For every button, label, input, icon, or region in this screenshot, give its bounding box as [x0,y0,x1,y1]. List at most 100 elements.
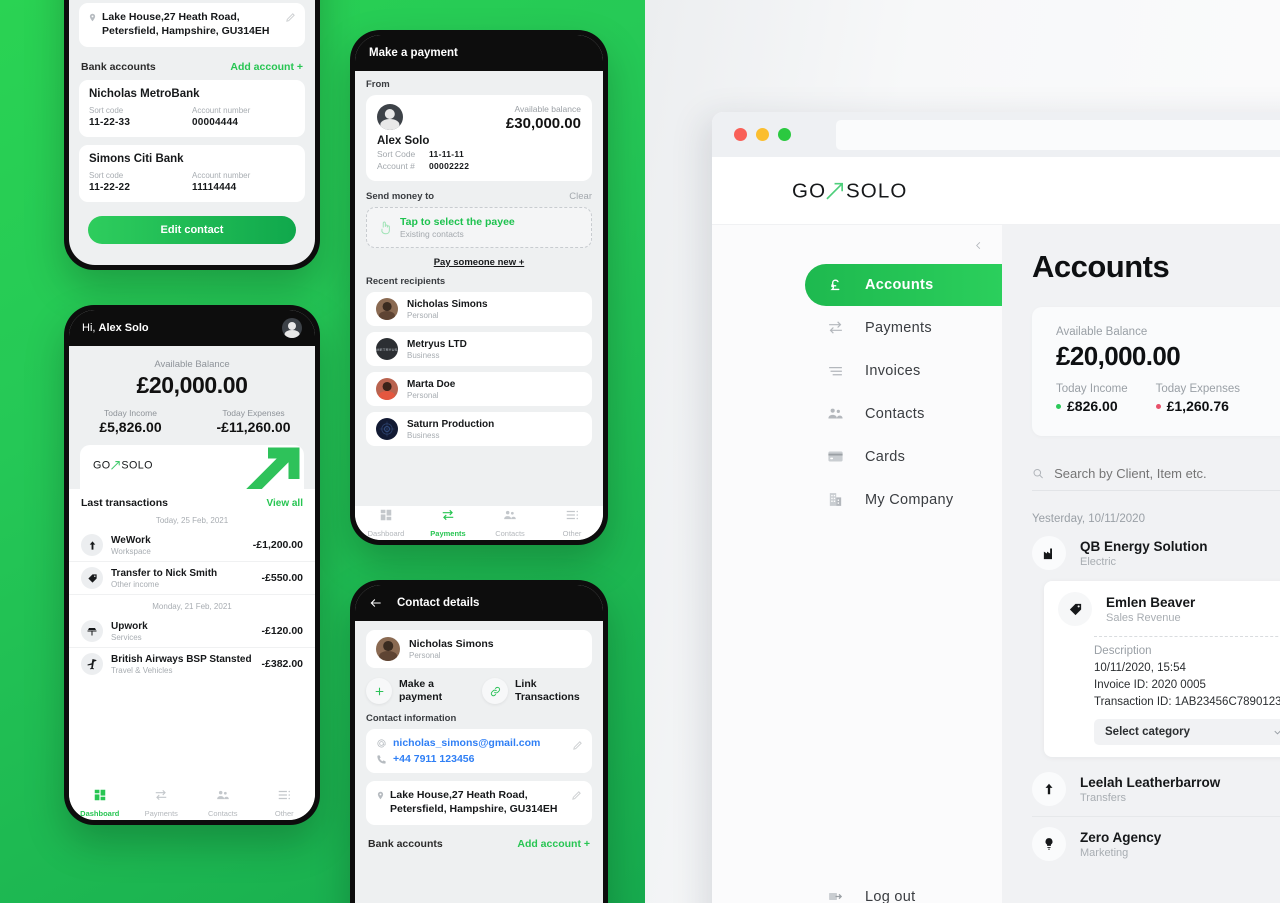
sidebar-item-contacts[interactable]: Contacts [805,392,1002,435]
contact-address-card[interactable]: Lake House,27 Heath Road, Petersfield, H… [366,781,592,825]
sort-code-label: Sort code [89,170,124,180]
view-all-link[interactable]: View all [266,498,303,509]
location-pin-icon [89,13,96,22]
tab-label: Contacts [207,809,238,818]
sidebar-item-invoices[interactable]: Invoices [805,349,1002,392]
sort-code-value: 11-22-22 [89,181,131,193]
payee-title: Tap to select the payee [400,216,515,228]
tab-other[interactable]: Other [254,788,316,818]
edit-pencil-icon[interactable] [571,790,582,801]
balance-amount: £20,000.00 [136,372,248,398]
search-field[interactable] [1032,466,1280,491]
chevron-left-icon[interactable] [973,240,984,251]
transaction-row[interactable]: British Airways BSP Stansted Travel & Ve… [69,647,315,680]
transaction-row[interactable]: Upwork Services -£120.00 [69,615,315,647]
expenses-amount: -£11,260.00 [216,419,291,435]
zoom-icon[interactable] [778,128,791,141]
search-input[interactable] [1054,466,1280,481]
bank-account-card[interactable]: Simons Citi Bank Sort code 11-22-22 Acco… [79,144,305,202]
tab-payments[interactable]: Payments [131,788,193,818]
link-transactions-action[interactable]: Link Transactions [482,678,592,705]
balance-amount: £20,000.00 [1056,341,1181,371]
svg-text:GO: GO [93,459,111,471]
minimize-icon[interactable] [756,128,769,141]
avatar: METRYUS [376,338,398,360]
from-label: From [366,79,390,90]
transaction-name: British Airways BSP Stansted [111,653,252,665]
send-money-to-label: Send money to [366,191,435,202]
tab-contacts[interactable]: Contacts [479,508,541,538]
bank-name: Nicholas MetroBank [89,87,200,100]
bank-accounts-label: Bank accounts [81,60,156,73]
transaction-category: Marketing [1080,846,1129,859]
tab-contacts[interactable]: Contacts [192,788,254,818]
transaction-row[interactable]: WeWork Workspace -£1,200.00 [69,529,315,561]
edit-pencil-icon[interactable] [572,740,583,751]
tab-label: Contacts [495,529,525,538]
contact-email[interactable]: nicholas_simons@gmail.com [393,737,540,749]
arrow-left-icon[interactable] [369,596,383,610]
phone-make-a-payment: Make a payment From Available balance £3… [350,30,608,545]
from-account-card[interactable]: Available balance £30,000.00 Alex Solo S… [366,95,592,181]
contact-address-card[interactable]: Lake House,27 Heath Road, Petersfield, H… [79,3,305,47]
recipient-item[interactable]: Nicholas Simons Personal [366,292,592,326]
table-row[interactable]: QB Energy Solution Electric [1032,525,1280,581]
transaction-category: Workspace [111,546,151,556]
tag-icon [81,567,103,589]
contact-person-card[interactable]: Nicholas Simons Personal [366,630,592,668]
category-select[interactable]: Select category [1094,719,1280,745]
income-label: Today Income [1056,383,1128,395]
greeting-prefix: Hi, [82,322,99,334]
bottom-tab-bar: Dashboard Payments Contacts Other [355,506,603,540]
avatar[interactable] [282,318,302,338]
income-amount: £826.00 [1067,398,1118,414]
transactions-title: Last transactions [81,497,168,509]
transaction-row[interactable]: Transfer to Nick Smith Other income -£55… [69,561,315,594]
select-payee-button[interactable]: Tap to select the payee Existing contact… [366,207,592,248]
sidebar-item-label: Cards [865,448,906,465]
pay-someone-new-link[interactable]: Pay someone new + [366,257,592,268]
add-account-link[interactable]: Add account + [517,838,590,850]
bank-account-card[interactable]: Nicholas MetroBank Sort code 11-22-33 Ac… [79,79,305,137]
edit-pencil-icon[interactable] [285,12,296,23]
transaction-name: Leelah Leatherbarrow [1080,774,1221,790]
recipient-item[interactable]: Marta Doe Personal [366,372,592,406]
contact-info-card[interactable]: nicholas_simons@gmail.com +44 7911 12345… [366,729,592,774]
account-number-value: 11114444 [192,181,237,193]
account-number-value: 00002222 [429,161,470,171]
dashboard-header: Hi, Alex Solo [69,310,315,346]
add-account-link[interactable]: Add account + [230,61,303,73]
recipient-item[interactable]: METRYUS Metryus LTD Business [366,332,592,366]
table-row[interactable]: Leelah Leatherbarrow Transfers [1032,762,1280,817]
transaction-name: Emlen Beaver [1106,594,1196,610]
transaction-name: WeWork [111,534,151,546]
tab-dashboard[interactable]: Dashboard [69,788,131,818]
sidebar-item-my-company[interactable]: My Company [805,478,1002,521]
tab-payments[interactable]: Payments [417,508,479,538]
avatar [376,418,398,440]
table-row-expanded[interactable]: Emlen Beaver Sales Revenue Description 1… [1044,581,1280,757]
tab-other[interactable]: Other [541,508,603,538]
sidebar-item-cards[interactable]: Cards [805,435,1002,478]
make-a-payment-action[interactable]: Make a payment [366,678,476,705]
clear-button[interactable]: Clear [569,191,592,202]
transaction-date-group: Today, 25 Feb, 2021 [155,516,229,525]
bottom-tab-bar: Dashboard Payments Contacts Other [69,786,315,820]
contact-phone[interactable]: +44 7911 123456 [393,753,474,765]
recent-recipients-label: Recent recipients [366,276,446,287]
sidebar-item-accounts[interactable]: Accounts [805,264,1002,306]
promo-card[interactable]: GO SOLO [80,445,304,489]
sidebar-item-payments[interactable]: Payments [805,306,1002,349]
url-bar[interactable] [836,119,1280,150]
expenses-label: Today Expenses [222,408,285,418]
table-row[interactable]: Zero Agency Marketing [1032,817,1280,871]
account-number-label: Account number [192,170,251,180]
logout-icon [829,892,843,901]
close-icon[interactable] [734,128,747,141]
recipient-item[interactable]: Saturn Production Business [366,412,592,446]
sidebar-item-logout[interactable]: Log out [805,875,1002,903]
tab-dashboard[interactable]: Dashboard [355,508,417,538]
transaction-date-group: Monday, 21 Feb, 2021 [69,594,315,615]
edit-contact-button[interactable]: Edit contact [88,215,296,244]
recipient-name: Nicholas Simons [407,298,488,310]
